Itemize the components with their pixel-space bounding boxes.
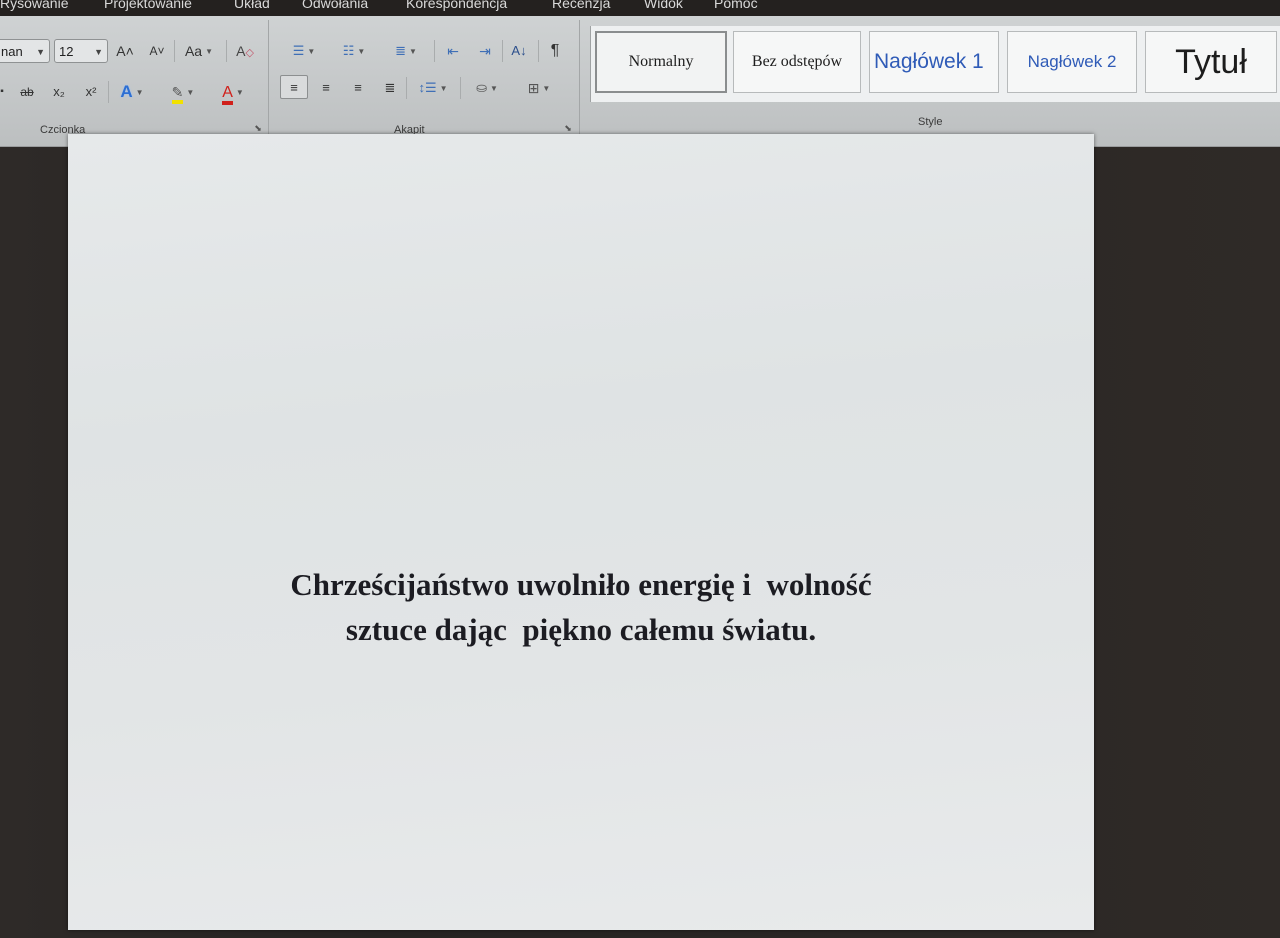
style-title[interactable]: Tytuł [1145, 31, 1277, 93]
increase-indent-icon: ⇥ [479, 43, 491, 59]
align-right-button[interactable]: ≡ [344, 76, 372, 100]
style-normal-label: Normalny [628, 53, 694, 70]
chevron-down-icon: ▼ [36, 47, 45, 57]
document-body[interactable]: Chrześcijaństwo uwolniło energię i wolno… [68, 562, 1094, 652]
tab-widok[interactable]: Widok [644, 0, 683, 12]
strikethrough-button[interactable]: ab [14, 80, 40, 104]
change-case-button[interactable]: Aa ▼ [178, 39, 220, 63]
style-normal[interactable]: Normalny [595, 31, 727, 93]
bullet-list-icon: ☰ [292, 43, 305, 58]
menu-bar: Rysowanie Projektowanie Układ Odwołania … [0, 0, 1280, 16]
font-name-value: nan [1, 44, 23, 59]
font-color-button[interactable]: A ▼ [210, 80, 256, 105]
decrease-indent-icon: ⇤ [447, 43, 459, 59]
chevron-down-icon: ▼ [186, 88, 195, 98]
italic-button-partial[interactable]: ▪ [0, 80, 10, 104]
align-center-button[interactable]: ≡ [312, 76, 340, 100]
multilevel-list-icon: ≣ [395, 43, 406, 58]
grow-font-button[interactable]: A˄ [114, 39, 136, 63]
chevron-down-icon: ▼ [439, 83, 448, 93]
paragraph-dialog-launcher-icon[interactable]: ⬊ [563, 123, 573, 133]
tab-korespondencja[interactable]: Korespondencja [406, 0, 507, 12]
highlight-color-button[interactable]: ✎ ▼ [160, 80, 206, 104]
text-effects-button[interactable]: A ▼ [112, 80, 152, 104]
show-formatting-button[interactable]: ¶ [543, 39, 567, 63]
increase-indent-button[interactable]: ⇥ [472, 39, 498, 63]
numbering-button[interactable]: ☷ ▼ [332, 39, 376, 63]
change-case-label: Aa [184, 43, 203, 59]
tab-uklad[interactable]: Układ [234, 0, 270, 12]
tab-recenzja[interactable]: Recenzja [552, 0, 610, 12]
clear-formatting-button[interactable]: A◇ [232, 39, 258, 63]
style-heading-2-label: Nagłówek 2 [1027, 52, 1117, 71]
justify-icon: ≣ [384, 80, 396, 95]
chevron-down-icon: ▼ [542, 84, 551, 94]
sort-button[interactable]: A↓ [505, 39, 533, 63]
font-name-select[interactable]: nan ▼ [0, 39, 50, 63]
separator [434, 40, 435, 62]
paint-bucket-icon: ⛀ [476, 80, 487, 95]
text-effects-icon: A [120, 82, 133, 101]
font-size-value: 12 [59, 44, 74, 59]
group-separator [268, 20, 269, 138]
chevron-down-icon: ▼ [135, 88, 144, 98]
chevron-down-icon: ▼ [489, 83, 498, 93]
decrease-indent-button[interactable]: ⇤ [440, 39, 466, 63]
separator [538, 40, 539, 62]
subscript-button[interactable]: x₂ [46, 80, 72, 104]
separator [502, 40, 503, 62]
group-label-styles: Style [918, 116, 943, 128]
superscript-button[interactable]: x² [78, 80, 104, 104]
borders-icon: ⊞ [527, 80, 540, 96]
separator [108, 81, 109, 103]
style-heading-2[interactable]: Nagłówek 2 [1007, 31, 1137, 93]
chevron-down-icon: ▼ [94, 47, 103, 57]
chevron-down-icon: ▼ [205, 47, 214, 57]
separator [226, 40, 227, 62]
shading-button[interactable]: ⛀ ▼ [464, 76, 510, 100]
font-color-icon: A [222, 85, 233, 105]
numbered-list-icon: ☷ [342, 43, 355, 58]
font-size-select[interactable]: 12 ▼ [54, 39, 108, 63]
font-dialog-launcher-icon[interactable]: ⬊ [253, 123, 263, 133]
tab-pomoc[interactable]: Pomoc [714, 0, 758, 12]
tab-projektowanie[interactable]: Projektowanie [104, 0, 192, 12]
style-heading-1[interactable]: Nagłówek 1 [869, 31, 999, 93]
ribbon: nan ▼ 12 ▼ A˄ A˅ Aa ▼ A◇ ▪ ab x₂ x² A ▼ ✎ ▼… [0, 16, 1280, 147]
document-line-2: sztuce dając piękno całemu światu. [345, 612, 817, 647]
document-page[interactable]: Chrześcijaństwo uwolniło energię i wolno… [68, 134, 1094, 930]
tab-odwolania[interactable]: Odwołania [302, 0, 368, 12]
style-no-spacing[interactable]: Bez odstępów [733, 31, 861, 93]
group-separator [579, 20, 580, 138]
separator [460, 77, 461, 99]
style-no-spacing-label: Bez odstępów [751, 53, 843, 70]
chevron-down-icon: ▼ [307, 46, 316, 56]
line-spacing-button[interactable]: ↕☰ ▼ [410, 76, 456, 100]
style-heading-1-label: Nagłówek 1 [874, 50, 984, 73]
tab-rysowanie[interactable]: Rysowanie [0, 0, 68, 12]
align-right-icon: ≡ [354, 80, 362, 95]
bullets-button[interactable]: ☰ ▼ [282, 39, 326, 63]
separator [406, 77, 407, 99]
line-spacing-icon: ↕☰ [418, 80, 437, 95]
chevron-down-icon: ▼ [235, 88, 244, 98]
align-center-icon: ≡ [322, 80, 330, 95]
separator [174, 40, 175, 62]
styles-gallery: Normalny Bez odstępów Nagłówek 1 Nagłówe… [590, 26, 1280, 102]
eraser-icon: ◇ [245, 47, 254, 59]
align-left-button[interactable]: ≡ [280, 75, 308, 99]
multilevel-list-button[interactable]: ≣ ▼ [384, 39, 428, 63]
document-line-1: Chrześcijaństwo uwolniło energię i wolno… [290, 567, 872, 602]
highlighter-icon: ✎ [171, 84, 184, 104]
style-title-label: Tytuł [1175, 42, 1247, 81]
align-left-icon: ≡ [290, 80, 298, 95]
borders-button[interactable]: ⊞ ▼ [516, 76, 562, 100]
chevron-down-icon: ▼ [408, 46, 417, 56]
shrink-font-button[interactable]: A˅ [146, 39, 168, 63]
justify-button[interactable]: ≣ [376, 76, 404, 100]
chevron-down-icon: ▼ [357, 46, 366, 56]
